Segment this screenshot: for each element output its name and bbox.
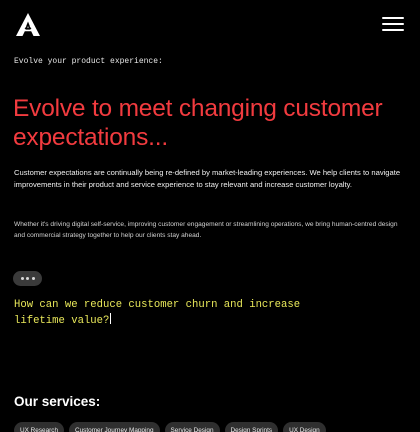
intro-paragraph: Customer expectations are continually be… [14, 168, 401, 190]
hero-title: Evolve to meet changing customer expecta… [13, 95, 383, 151]
service-chip-customer-journey-mapping[interactable]: Customer Journey Mapping [69, 422, 160, 432]
secondary-paragraph: Whether it's driving digital self-servic… [14, 221, 398, 239]
logo-icon [16, 13, 40, 36]
prompt-text: How can we reduce customer churn and inc… [14, 298, 334, 328]
text-caret [110, 312, 112, 324]
services-chip-list: UX Research Customer Journey Mapping Ser… [14, 422, 326, 432]
eyebrow-text: Evolve your product experience: [14, 57, 163, 66]
service-chip-ux-design[interactable]: UX Design [283, 422, 326, 432]
logo-link[interactable] [16, 13, 40, 36]
services-heading: Our services: [14, 394, 101, 409]
prompt-question: How can we reduce customer churn and inc… [14, 299, 301, 327]
service-chip-design-sprints[interactable]: Design Sprints [224, 422, 279, 432]
site-header [0, 0, 420, 50]
menu-button[interactable] [382, 16, 404, 32]
hamburger-menu-icon [382, 17, 404, 19]
typing-dots-icon [13, 271, 42, 286]
service-chip-service-design[interactable]: Service Design [164, 422, 220, 432]
service-chip-ux-research[interactable]: UX Research [14, 422, 65, 432]
